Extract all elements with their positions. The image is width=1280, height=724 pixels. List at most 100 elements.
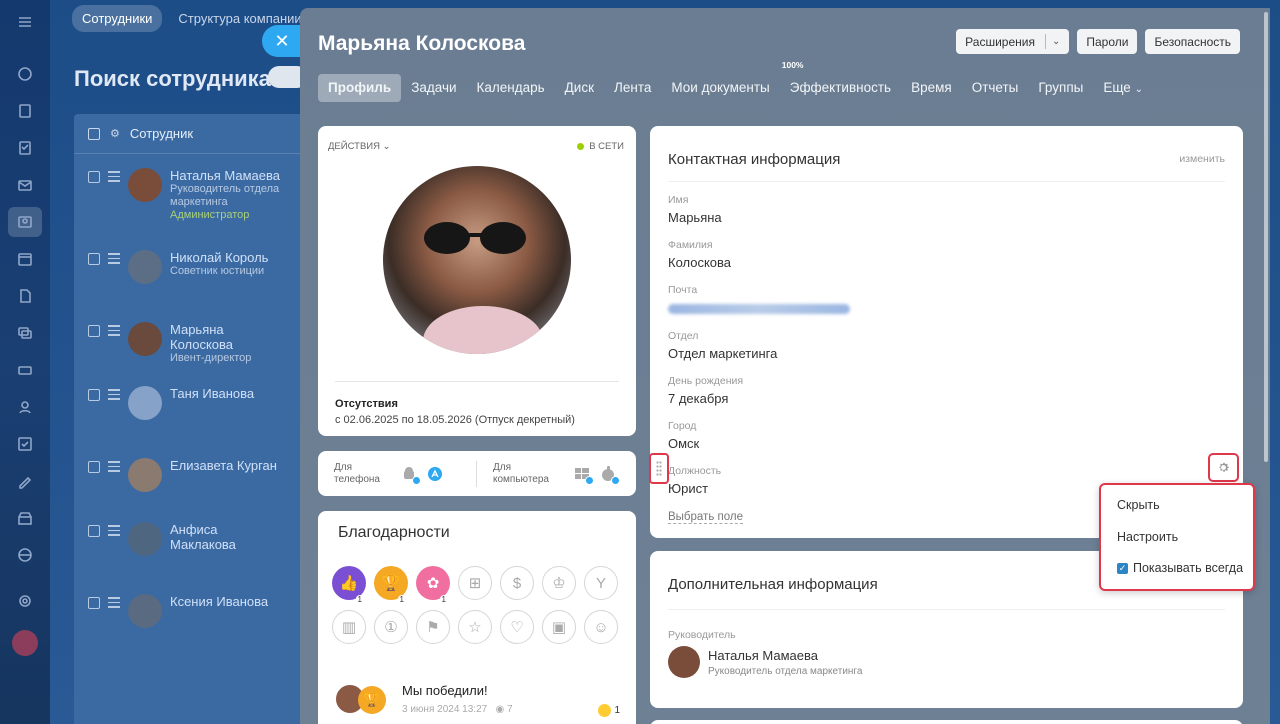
drag-icon[interactable] xyxy=(108,253,120,284)
post-reactions[interactable]: 1 xyxy=(598,704,620,717)
pulse-icon[interactable] xyxy=(8,59,42,89)
row-checkbox[interactable] xyxy=(88,171,100,183)
employee-name[interactable]: Николай Король xyxy=(170,250,280,265)
sign-icon[interactable] xyxy=(8,466,42,496)
calendar-icon[interactable] xyxy=(8,244,42,274)
table-row[interactable]: Николай Король Советник юстиции xyxy=(88,250,280,284)
employee-name[interactable]: Таня Иванова xyxy=(170,386,280,401)
flag-icon[interactable]: ⚑ xyxy=(416,610,450,644)
employee-name[interactable]: Наталья Мамаева xyxy=(170,168,280,183)
checklist-icon[interactable] xyxy=(8,429,42,459)
field-drag-handle[interactable] xyxy=(649,453,669,484)
table-row[interactable]: Наталья Мамаева Руководитель отдела марк… xyxy=(88,168,280,221)
app-store-icon[interactable] xyxy=(426,465,444,483)
money-bag-icon[interactable]: $ xyxy=(500,566,534,600)
menu-item-configure[interactable]: Настроить xyxy=(1117,530,1178,544)
menu-icon[interactable] xyxy=(8,7,42,37)
android-icon[interactable] xyxy=(400,465,421,485)
documents-icon[interactable] xyxy=(8,281,42,311)
cake-icon[interactable]: ▥ xyxy=(332,610,366,644)
tab-my-documents[interactable]: Мои документы xyxy=(661,74,779,102)
table-row[interactable]: Таня Иванова xyxy=(88,386,280,420)
menu-item-hide[interactable]: Скрыть xyxy=(1117,498,1160,512)
smile-icon[interactable]: ☺ xyxy=(584,610,618,644)
windows-icon[interactable] xyxy=(573,465,594,485)
gear-icon[interactable]: ⚙ xyxy=(110,127,120,140)
feed-icon[interactable] xyxy=(8,96,42,126)
security-button[interactable]: Безопасность xyxy=(1145,29,1240,54)
tab-calendar[interactable]: Календарь xyxy=(467,74,555,102)
profile-photo[interactable] xyxy=(383,166,571,354)
tab-employees[interactable]: Сотрудники xyxy=(72,5,163,32)
table-row[interactable]: Ксения Иванова xyxy=(88,594,280,628)
thumbs-up-icon[interactable]: 👍 1 xyxy=(332,566,366,604)
edit-link[interactable]: изменить xyxy=(1179,153,1225,165)
row-checkbox[interactable] xyxy=(88,525,100,537)
chat-icon[interactable] xyxy=(8,318,42,348)
manager-name[interactable]: Наталья Мамаева xyxy=(708,648,818,663)
table-row[interactable]: Елизавета Курган xyxy=(88,458,280,492)
post-title[interactable]: Мы победили! xyxy=(402,683,488,698)
row-checkbox[interactable] xyxy=(88,597,100,609)
passwords-button[interactable]: Пароли xyxy=(1077,29,1138,54)
tab-tasks[interactable]: Задачи xyxy=(401,74,466,102)
heart-icon[interactable]: ♡ xyxy=(500,610,534,644)
beer-icon[interactable]: ▣ xyxy=(542,610,576,644)
tab-time[interactable]: Время xyxy=(901,74,962,102)
drag-icon[interactable] xyxy=(108,171,120,221)
scrollbar[interactable] xyxy=(1264,12,1268,462)
row-checkbox[interactable] xyxy=(88,389,100,401)
tab-feed[interactable]: Лента xyxy=(604,74,661,102)
row-checkbox[interactable] xyxy=(88,253,100,265)
user-avatar[interactable] xyxy=(12,630,38,656)
table-row[interactable]: Марьяна Колоскова Ивент-директор xyxy=(88,322,290,365)
drag-icon[interactable] xyxy=(108,325,120,365)
avatar[interactable] xyxy=(668,646,700,678)
employee-name[interactable]: Марьяна Колоскова xyxy=(170,322,290,352)
contacts-icon[interactable] xyxy=(8,392,42,422)
apple-icon[interactable] xyxy=(599,465,620,485)
sites-icon[interactable] xyxy=(8,540,42,570)
mail-icon[interactable] xyxy=(8,170,42,200)
employees-icon[interactable] xyxy=(8,207,42,237)
table-row[interactable]: Анфиса Маклакова xyxy=(88,522,280,556)
gift-icon[interactable]: ⊞ xyxy=(458,566,492,600)
tasks-icon[interactable] xyxy=(8,133,42,163)
drag-icon[interactable] xyxy=(108,389,120,420)
star-icon[interactable]: ☆ xyxy=(458,610,492,644)
tab-reports[interactable]: Отчеты xyxy=(962,74,1029,102)
chevron-down-icon: ⌄ xyxy=(382,141,391,152)
select-field-link[interactable]: Выбрать поле xyxy=(668,511,743,524)
cocktail-icon[interactable]: Y xyxy=(584,566,618,600)
tab-profile[interactable]: Профиль xyxy=(318,74,402,102)
drag-icon[interactable] xyxy=(108,461,120,492)
employee-name[interactable]: Ксения Иванова xyxy=(170,594,280,609)
flower-icon[interactable]: ✿ 1 xyxy=(416,566,450,604)
tab-more[interactable]: Еще ⌄ xyxy=(1093,74,1153,102)
drag-icon[interactable] xyxy=(108,597,120,628)
reaction-count: 1 xyxy=(614,705,620,716)
row-checkbox[interactable] xyxy=(88,325,100,337)
checkbox-checked-icon[interactable]: ✓ xyxy=(1117,562,1128,574)
tab-efficiency[interactable]: 100% Эффективность xyxy=(780,60,901,102)
drag-icon[interactable] xyxy=(108,525,120,556)
field-settings-button[interactable] xyxy=(1208,453,1239,482)
crm-icon[interactable] xyxy=(8,355,42,385)
employee-name[interactable]: Елизавета Курган xyxy=(170,458,280,473)
chevron-down-icon[interactable]: ⌄ xyxy=(1052,36,1060,47)
menu-item-always-show[interactable]: ✓ Показывать всегда xyxy=(1117,561,1243,575)
store-icon[interactable] xyxy=(8,503,42,533)
crown-icon[interactable]: ♔ xyxy=(542,566,576,600)
number-one-icon[interactable]: ① xyxy=(374,610,408,644)
extensions-button[interactable]: Расширения ⌄ xyxy=(956,29,1070,54)
row-checkbox[interactable] xyxy=(88,461,100,473)
email-value-blurred[interactable] xyxy=(668,304,850,314)
tab-groups[interactable]: Группы xyxy=(1028,74,1093,102)
trophy-icon[interactable]: 🏆 1 xyxy=(374,566,408,604)
actions-dropdown[interactable]: ДЕЙСТВИЯ ⌄ xyxy=(328,141,391,152)
select-all-checkbox[interactable] xyxy=(88,127,100,140)
tab-disk[interactable]: Диск xyxy=(555,74,604,102)
settings-icon[interactable] xyxy=(8,586,42,616)
employee-name[interactable]: Анфиса Маклакова xyxy=(170,522,280,552)
close-slider-button[interactable]: ✕ xyxy=(262,25,302,57)
